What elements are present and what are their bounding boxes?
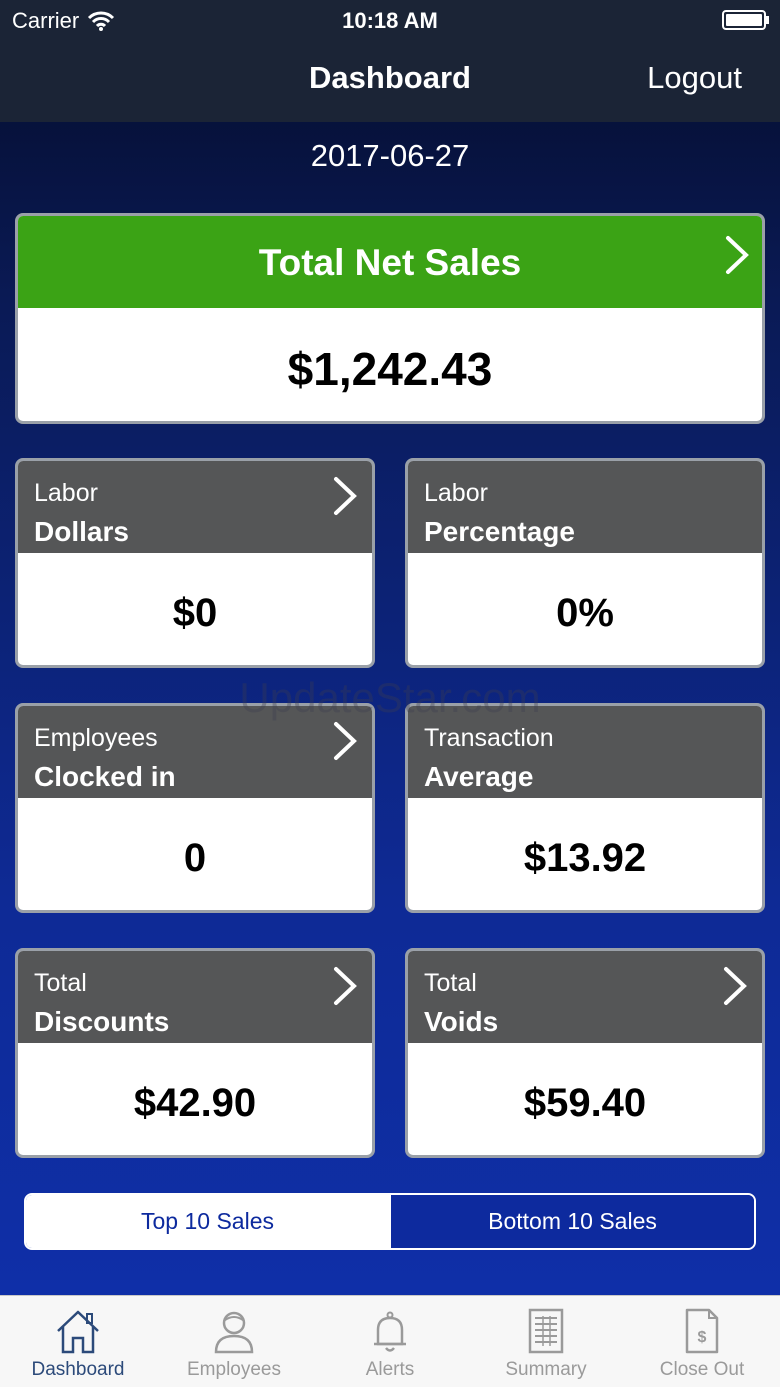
chevron-right-icon xyxy=(724,967,747,1005)
card-label-line1: Transaction xyxy=(424,724,554,752)
card-header: Labor Percentage xyxy=(408,461,762,553)
card-header: Total Discounts xyxy=(18,951,372,1043)
card-value: $59.40 xyxy=(523,1081,647,1125)
tab-bar: Dashboard Employees Alerts Summary $ Clo… xyxy=(0,1295,780,1387)
app-screen: Carrier 10:18 AM Dashboard Logout 2017-0… xyxy=(0,0,780,1387)
tab-employees[interactable]: Employees xyxy=(156,1296,312,1387)
status-time: 10:18 AM xyxy=(342,8,438,33)
person-icon xyxy=(214,1311,254,1354)
card-label-line1: Labor xyxy=(424,479,488,507)
chevron-right-icon xyxy=(726,236,749,274)
home-icon xyxy=(57,1310,99,1354)
card-header: Total Voids xyxy=(408,951,762,1043)
card-header: Total Net Sales xyxy=(18,216,762,308)
total-discounts-card[interactable]: Total Discounts $42.90 xyxy=(15,948,375,1158)
card-label-line2: Clocked in xyxy=(34,761,176,792)
navigation-bar: Carrier 10:18 AM Dashboard Logout xyxy=(0,0,780,122)
tab-label: Close Out xyxy=(659,1359,745,1380)
employees-clocked-in-card[interactable]: Employees Clocked in 0 xyxy=(15,703,375,913)
card-value: $0 xyxy=(172,591,218,635)
card-label-line2: Voids xyxy=(424,1006,499,1037)
tab-alerts[interactable]: Alerts xyxy=(312,1296,468,1387)
card-header: Transaction Average xyxy=(408,706,762,798)
card-title: Total Net Sales xyxy=(258,242,522,283)
card-label-line2: Percentage xyxy=(424,516,575,547)
total-voids-card[interactable]: Total Voids $59.40 xyxy=(405,948,765,1158)
card-label-line1: Labor xyxy=(34,479,98,507)
tab-label: Dashboard xyxy=(31,1359,125,1380)
card-label-line2: Average xyxy=(424,761,534,792)
battery-icon xyxy=(722,10,769,30)
svg-text:$: $ xyxy=(698,1329,707,1346)
bell-icon xyxy=(374,1311,406,1352)
tab-dashboard[interactable]: Dashboard xyxy=(0,1296,156,1387)
card-label-line2: Dollars xyxy=(34,516,129,547)
card-value: $42.90 xyxy=(133,1081,257,1125)
top-10-sales-segment[interactable]: Top 10 Sales xyxy=(26,1195,389,1248)
tab-label: Employees xyxy=(187,1359,281,1380)
sales-segmented-control: Top 10 Sales Bottom 10 Sales xyxy=(24,1193,756,1250)
bottom-10-sales-segment[interactable]: Bottom 10 Sales xyxy=(389,1195,754,1248)
chevron-right-icon xyxy=(334,722,357,760)
tab-label: Alerts xyxy=(365,1359,415,1380)
card-label-line1: Total xyxy=(34,969,87,997)
document-icon xyxy=(528,1308,564,1354)
tab-summary[interactable]: Summary xyxy=(468,1296,624,1387)
labor-dollars-card[interactable]: Labor Dollars $0 xyxy=(15,458,375,668)
card-label-line1: Total xyxy=(424,969,477,997)
total-net-sales-value: $1,242.43 xyxy=(287,343,493,395)
tab-close-out[interactable]: $ Close Out xyxy=(624,1296,780,1387)
card-header: Employees Clocked in xyxy=(18,706,372,798)
dashboard-date: 2017-06-27 xyxy=(310,138,470,173)
card-header: Labor Dollars xyxy=(18,461,372,553)
tab-label: Summary xyxy=(505,1359,587,1380)
logout-button[interactable]: Logout xyxy=(647,60,742,96)
total-net-sales-card[interactable]: Total Net Sales $1,242.43 xyxy=(15,213,765,424)
chevron-right-icon xyxy=(334,477,357,515)
card-value: 0 xyxy=(183,836,207,880)
chevron-right-icon xyxy=(334,967,357,1005)
labor-percentage-card: Labor Percentage 0% xyxy=(405,458,765,668)
card-value: 0% xyxy=(556,591,614,635)
card-label-line2: Discounts xyxy=(34,1006,170,1037)
card-value: $13.92 xyxy=(523,836,647,880)
dollar-file-icon: $ xyxy=(685,1308,719,1354)
card-label-line1: Employees xyxy=(34,724,158,752)
transaction-average-card: Transaction Average $13.92 xyxy=(405,703,765,913)
